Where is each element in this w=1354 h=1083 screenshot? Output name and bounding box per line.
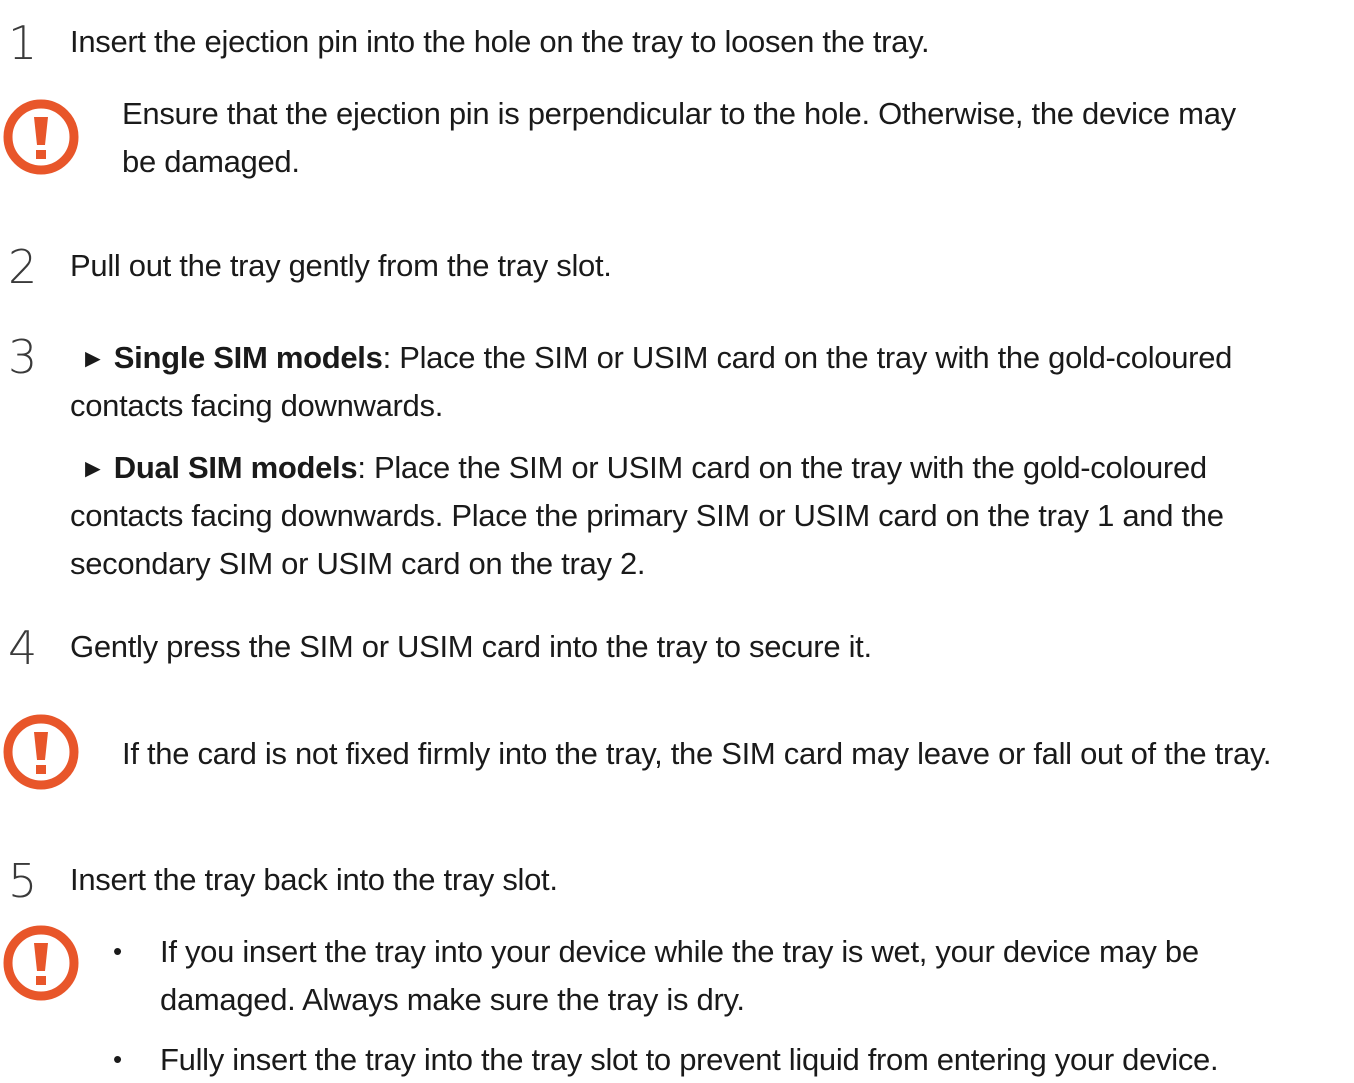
arrow-right-icon: ►: [80, 453, 106, 483]
step-number-1: 1: [8, 16, 38, 70]
step-4-text: Gently press the SIM or USIM card into t…: [70, 629, 872, 664]
bullet-icon: •: [113, 936, 123, 966]
step-3-single-line-2: contacts facing downwards.: [70, 388, 444, 423]
step-number-3: 3: [8, 330, 38, 384]
caution-icon: [1, 923, 81, 1003]
step-number-2: 2: [8, 240, 38, 294]
step-3-dual-line-3: secondary SIM or USIM card on the tray 2…: [70, 546, 646, 581]
step-1-text: Insert the ejection pin into the hole on…: [70, 24, 930, 59]
step-number-4: 4: [8, 621, 38, 675]
caution-3-bullet-1-line-1: If you insert the tray into your device …: [160, 934, 1199, 969]
step-3-dual-line-1: ► Dual SIM models: Place the SIM or USIM…: [80, 444, 1207, 493]
caution-1-line-2: be damaged.: [122, 144, 300, 179]
arrow-right-icon: ►: [80, 343, 106, 373]
caution-2-text: If the card is not fixed firmly into the…: [122, 736, 1272, 771]
caution-icon: [1, 97, 81, 177]
step-3-single-line-1: ► Single SIM models: Place the SIM or US…: [80, 334, 1232, 383]
caution-1-line-1: Ensure that the ejection pin is perpendi…: [122, 96, 1236, 131]
dual-sim-text: : Place the SIM or USIM card on the tray…: [357, 450, 1207, 485]
caution-icon: [1, 712, 81, 792]
step-5-text: Insert the tray back into the tray slot.: [70, 862, 558, 897]
dual-sim-label: Dual SIM models: [113, 450, 358, 485]
step-3-dual-line-2: contacts facing downwards. Place the pri…: [70, 498, 1224, 533]
step-number-5: 5: [8, 854, 38, 908]
single-sim-label: Single SIM models: [113, 340, 383, 375]
single-sim-text: : Place the SIM or USIM card on the tray…: [382, 340, 1233, 375]
caution-3-bullet-1-line-2: damaged. Always make sure the tray is dr…: [160, 982, 745, 1017]
step-2-text: Pull out the tray gently from the tray s…: [70, 248, 612, 283]
